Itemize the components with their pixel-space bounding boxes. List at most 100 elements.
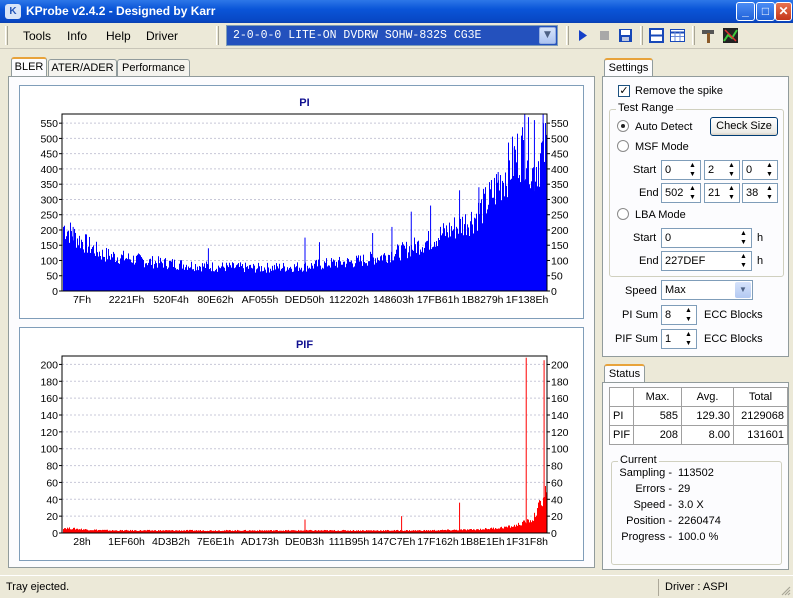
- bar: [460, 218, 461, 291]
- msf-start-frame-field[interactable]: 0 ▲ ▼: [742, 160, 778, 180]
- bar: [429, 249, 430, 291]
- pi-sum-field[interactable]: 8 ▲ ▼: [661, 305, 697, 325]
- x-tick-label: 112202h: [329, 294, 369, 306]
- bar: [174, 259, 175, 291]
- bar: [480, 203, 481, 291]
- msf-end-min-field[interactable]: 502 ▲ ▼: [661, 183, 701, 203]
- msf-end-frame-field[interactable]: 38 ▲ ▼: [742, 183, 778, 203]
- bar: [67, 527, 68, 533]
- tools-icon[interactable]: [700, 27, 717, 44]
- bar: [439, 240, 440, 291]
- bar: [446, 225, 447, 291]
- pif-sum-field[interactable]: 1 ▲ ▼: [661, 329, 697, 349]
- msf-start-sec-field[interactable]: 2 ▲ ▼: [704, 160, 740, 180]
- bar: [536, 515, 537, 533]
- auto-detect-radio[interactable]: [617, 120, 629, 132]
- menu-tools[interactable]: Tools: [23, 29, 51, 43]
- bar: [542, 506, 543, 533]
- tab-settings[interactable]: Settings: [604, 58, 653, 77]
- bar: [545, 122, 546, 291]
- bar: [465, 529, 466, 533]
- lba-mode-radio[interactable]: [617, 208, 629, 220]
- spin-arrows-icon[interactable]: ▲ ▼: [762, 184, 777, 202]
- chevron-down-icon[interactable]: ▼: [735, 282, 751, 298]
- layout-icon[interactable]: [648, 27, 665, 44]
- bar: [424, 247, 425, 291]
- remove-spike-label: Remove the spike: [635, 85, 724, 97]
- spin-arrows-icon[interactable]: ▲ ▼: [724, 161, 739, 179]
- spin-arrows-icon[interactable]: ▲ ▼: [681, 330, 696, 348]
- spin-arrows-icon[interactable]: ▲ ▼: [724, 184, 739, 202]
- bar: [180, 260, 181, 291]
- bar: [393, 260, 394, 291]
- bar: [287, 267, 288, 291]
- status-panel: Max. Avg. Total PI 585 129.30 2129068 PI…: [602, 382, 789, 570]
- play-icon[interactable]: [574, 27, 591, 44]
- bar: [438, 238, 439, 291]
- spike-bar: [401, 516, 403, 533]
- msf-end-sec-field[interactable]: 21 ▲ ▼: [704, 183, 740, 203]
- spin-arrows-icon[interactable]: ▲ ▼: [762, 161, 777, 179]
- bar: [523, 140, 524, 291]
- save-icon[interactable]: [617, 27, 634, 44]
- chart-export-icon[interactable]: [722, 27, 739, 44]
- maximize-button[interactable]: □: [756, 2, 775, 21]
- close-button[interactable]: ✕: [775, 2, 792, 21]
- device-grip[interactable]: [216, 26, 219, 45]
- bar: [519, 524, 520, 533]
- bar: [421, 251, 422, 291]
- lba-end-field[interactable]: 227DEF ▲ ▼: [661, 251, 752, 271]
- bar: [129, 259, 130, 291]
- misc-grip[interactable]: [692, 26, 695, 45]
- lba-start-field[interactable]: 0 ▲ ▼: [661, 228, 752, 248]
- bar: [92, 247, 93, 291]
- bar: [373, 257, 374, 291]
- spin-arrows-icon[interactable]: ▲ ▼: [736, 229, 751, 247]
- msf-mode-radio[interactable]: [617, 140, 629, 152]
- spin-arrows-icon[interactable]: ▲ ▼: [685, 161, 700, 179]
- bar: [212, 262, 213, 291]
- bar: [187, 269, 188, 291]
- bar: [159, 263, 160, 291]
- remove-spike-checkbox[interactable]: ✓: [618, 85, 630, 97]
- menu-driver[interactable]: Driver: [146, 29, 178, 43]
- tab-status[interactable]: Status: [604, 364, 645, 383]
- msf-start-min-field[interactable]: 0 ▲ ▼: [661, 160, 701, 180]
- spin-arrows-icon[interactable]: ▲ ▼: [685, 184, 700, 202]
- bar: [259, 266, 260, 291]
- resize-grip-icon[interactable]: [780, 585, 791, 596]
- bar: [533, 167, 534, 291]
- actions-grip[interactable]: [566, 26, 569, 45]
- sampling-label: Sampling -: [619, 467, 672, 479]
- bar: [265, 269, 266, 291]
- minimize-button[interactable]: _: [736, 2, 755, 21]
- stop-icon[interactable]: [596, 27, 613, 44]
- msf-start-frame-value: 0: [746, 164, 753, 176]
- spin-arrows-icon[interactable]: ▲ ▼: [736, 252, 751, 270]
- bar: [188, 266, 189, 291]
- bar: [341, 264, 342, 291]
- menu-grip[interactable]: [5, 26, 8, 45]
- row-avg: 129.30: [681, 406, 734, 426]
- table-icon[interactable]: [669, 27, 686, 44]
- speed-select[interactable]: Max ▼: [661, 280, 753, 300]
- bar: [370, 251, 371, 291]
- tab-bler[interactable]: BLER: [11, 57, 47, 78]
- bar: [336, 261, 337, 291]
- check-size-button[interactable]: Check Size: [710, 117, 778, 136]
- view-grip[interactable]: [640, 26, 643, 45]
- chevron-down-icon[interactable]: ▼: [539, 27, 556, 44]
- bar: [193, 269, 194, 291]
- spin-arrows-icon[interactable]: ▲ ▼: [681, 306, 696, 324]
- header-total: Total: [733, 387, 788, 407]
- bar: [290, 266, 291, 291]
- bar: [167, 269, 168, 291]
- menu-help[interactable]: Help: [106, 29, 131, 43]
- device-select[interactable]: 2-0-0-0 LITE-ON DVDRW SOHW-832S CG3E ▼: [226, 25, 558, 46]
- menu-info[interactable]: Info: [67, 29, 87, 43]
- kprobe-app-icon[interactable]: K: [5, 4, 21, 19]
- row-total: 131601: [733, 425, 788, 445]
- bar: [395, 254, 396, 291]
- bar: [518, 178, 519, 291]
- bar: [224, 267, 225, 291]
